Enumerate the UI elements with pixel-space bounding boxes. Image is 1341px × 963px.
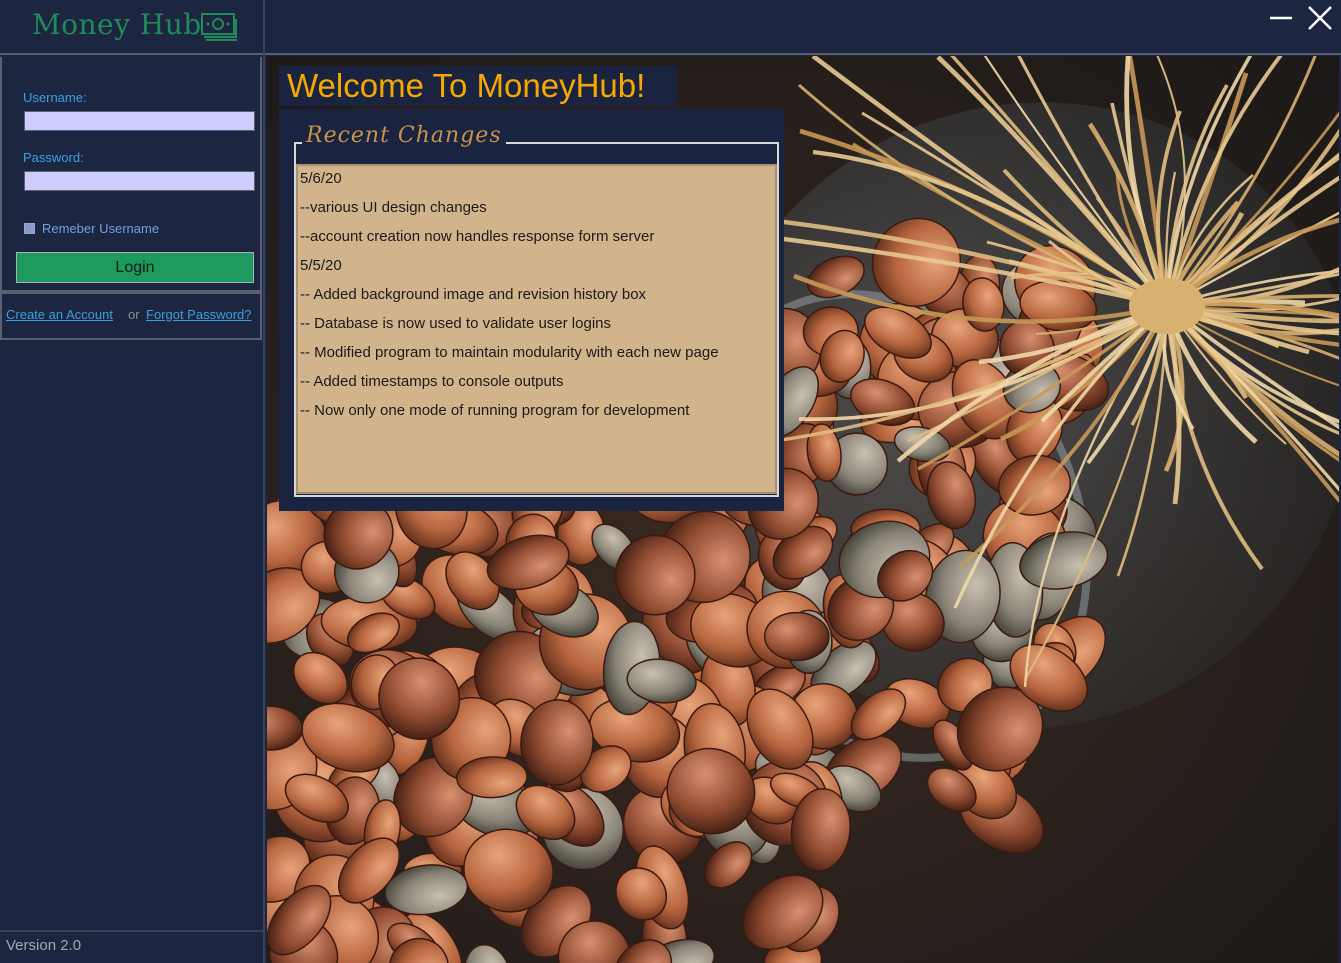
coin-shape	[763, 611, 830, 662]
app-logo-text: Money Hub	[32, 8, 202, 41]
minimize-icon[interactable]	[1268, 6, 1294, 30]
welcome-banner: Welcome To MoneyHub!	[279, 66, 677, 106]
create-account-link[interactable]: Create an Account	[6, 307, 113, 322]
straw-knot	[1129, 278, 1205, 334]
list-item: -- Database is now used to validate user…	[300, 315, 612, 332]
welcome-title: Welcome To MoneyHub!	[287, 67, 646, 104]
forgot-password-link[interactable]: Forgot Password?	[146, 307, 252, 322]
close-icon[interactable]	[1306, 4, 1334, 32]
list-item: -- Added background image and revision h…	[300, 286, 647, 303]
username-label: Username:	[23, 90, 87, 105]
list-item: 5/6/20	[300, 170, 342, 187]
title-bar	[265, 0, 1341, 55]
remember-username-checkbox[interactable]	[24, 223, 35, 234]
login-button[interactable]: Login	[16, 252, 254, 283]
recent-changes-panel: Recent Changes 5/6/20 --various UI desig…	[279, 109, 784, 511]
password-input[interactable]	[24, 171, 255, 191]
list-item: 5/5/20	[300, 257, 342, 274]
recent-changes-title: Recent Changes	[302, 123, 506, 148]
list-item: -- Modified program to maintain modulari…	[300, 344, 719, 361]
sidebar: Money Hub Username: Password: Remeber Us…	[0, 0, 265, 963]
remember-username-label[interactable]: Remeber Username	[42, 221, 159, 236]
list-item: -- Added timestamps to console outputs	[300, 373, 564, 390]
logo-area: Money Hub	[0, 0, 263, 55]
banknote-icon	[201, 13, 237, 41]
list-item: --various UI design changes	[300, 199, 487, 216]
version-bar: Version 2.0	[0, 930, 263, 963]
recent-changes-list[interactable]: 5/6/20 --various UI design changes --acc…	[296, 164, 777, 494]
password-label: Password:	[23, 150, 84, 165]
or-separator: or	[128, 307, 140, 322]
version-label: Version 2.0	[6, 937, 82, 954]
username-input[interactable]	[24, 111, 255, 131]
list-item: --account creation now handles response …	[300, 228, 655, 245]
list-item: -- Now only one mode of running program …	[300, 402, 690, 419]
login-panel: Username: Password: Remeber Username Log…	[0, 57, 262, 292]
account-links: Create an Account or Forgot Password?	[0, 292, 262, 340]
